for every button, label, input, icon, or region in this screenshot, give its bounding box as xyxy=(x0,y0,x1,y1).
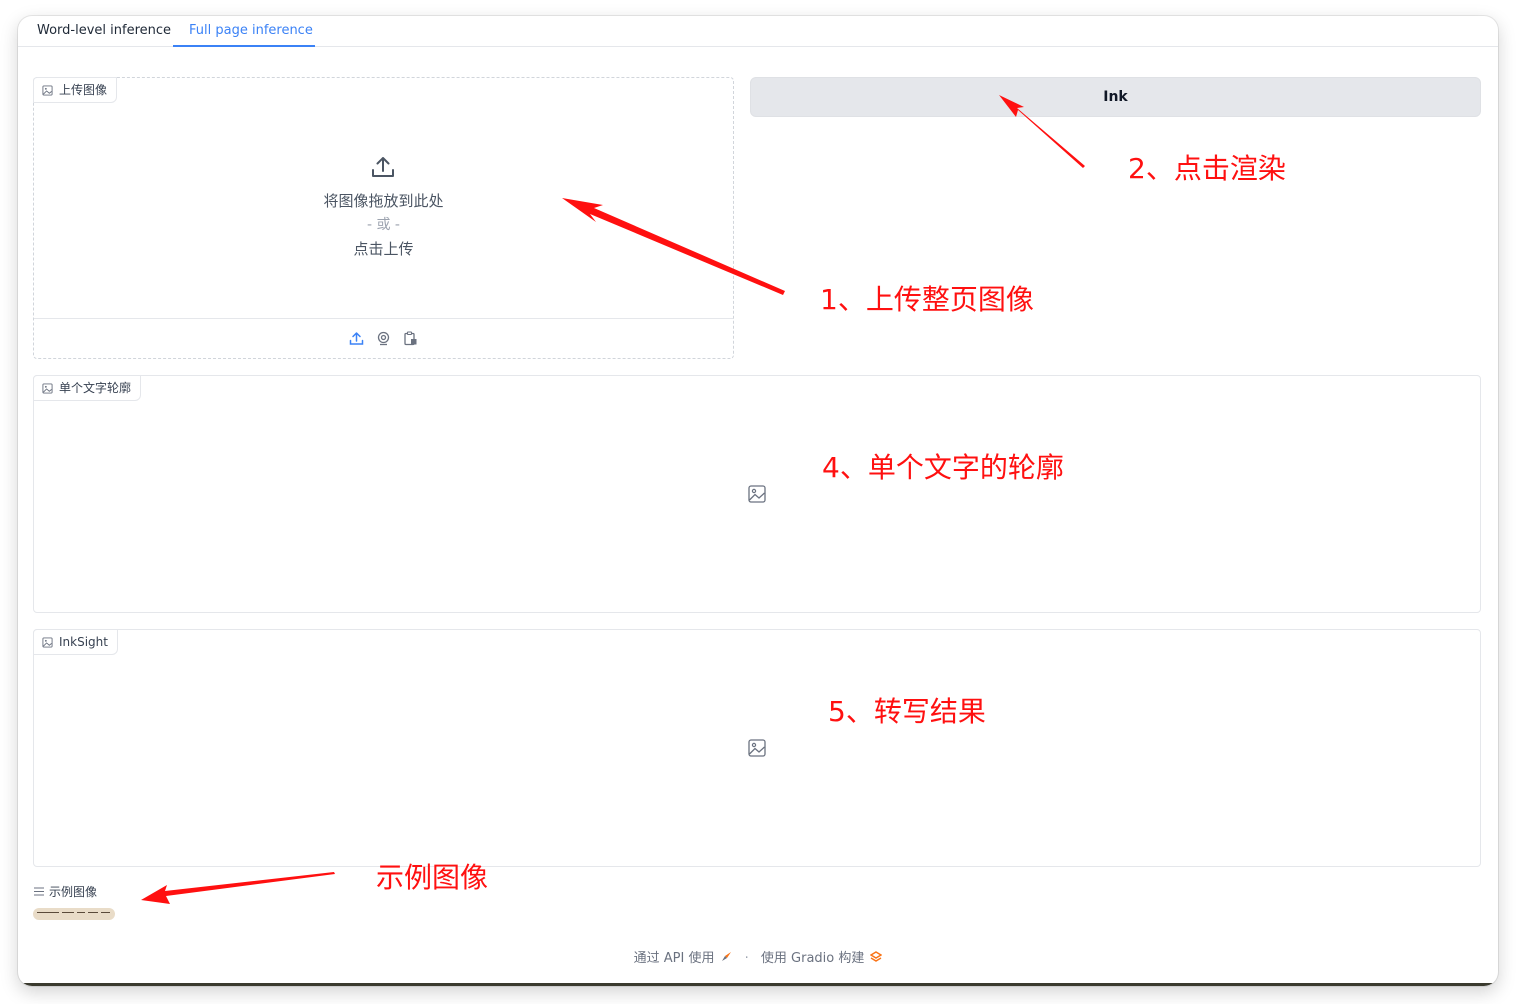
rocket-icon xyxy=(722,952,732,961)
upload-icon xyxy=(372,157,394,177)
footer: 通过 API 使用 · 使用 Gradio 构建 xyxy=(18,947,1498,966)
list-icon xyxy=(34,887,44,896)
built-with-gradio-link[interactable]: 使用 Gradio 构建 xyxy=(760,951,883,966)
inksight-result-output: InkSight xyxy=(33,629,1481,867)
tab-full-page-inference[interactable]: Full page inference xyxy=(173,16,315,47)
image-upload-block: 上传图像 将图像拖放到此处 - 或 - 点击上传 xyxy=(33,77,734,359)
built-with-gradio-text: 使用 Gradio 构建 xyxy=(760,951,865,966)
annotation-step4: 4、单个文字的轮廓 xyxy=(822,451,1064,484)
webcam-icon xyxy=(377,331,390,346)
annotation-examples: 示例图像 xyxy=(376,861,489,894)
footer-separator: · xyxy=(744,951,749,966)
tab-bar: Word-level inference Full page inference xyxy=(18,16,1498,47)
gradio-logo-icon xyxy=(870,951,883,962)
result-block-label: InkSight xyxy=(33,629,118,655)
image-icon xyxy=(42,382,53,394)
image-icon xyxy=(42,84,53,96)
use-via-api-link[interactable]: 通过 API 使用 xyxy=(634,951,733,966)
image-icon xyxy=(42,636,53,648)
drop-here-text: 将图像拖放到此处 xyxy=(323,192,444,210)
upload-label-text: 上传图像 xyxy=(59,83,108,97)
image-placeholder-icon xyxy=(748,485,766,503)
background-strip xyxy=(18,983,1498,986)
outline-block-label: 单个文字轮廓 xyxy=(33,375,142,401)
examples-label: 示例图像 xyxy=(34,883,97,900)
upload-block-label: 上传图像 xyxy=(33,77,118,103)
upload-source-toolbar xyxy=(34,318,733,358)
click-to-upload-text: 点击上传 xyxy=(353,240,414,258)
image-drop-zone[interactable]: 将图像拖放到此处 - 或 - 点击上传 xyxy=(34,102,733,319)
annotation-step1: 1、上传整页图像 xyxy=(820,283,1034,316)
annotation-step5: 5、转写结果 xyxy=(828,695,986,728)
examples-label-text: 示例图像 xyxy=(49,885,98,899)
tab-word-level-inference[interactable]: Word-level inference xyxy=(21,16,187,47)
word-outline-output: 单个文字轮廓 xyxy=(33,375,1481,613)
outline-label-text: 单个文字轮廓 xyxy=(59,381,132,395)
image-placeholder-icon xyxy=(748,739,766,757)
clipboard-icon xyxy=(404,331,417,346)
webcam-source-button[interactable] xyxy=(375,330,392,347)
ink-button[interactable]: Ink xyxy=(750,77,1481,117)
clipboard-source-button[interactable] xyxy=(402,330,419,347)
example-image-thumbnail[interactable] xyxy=(33,908,115,920)
or-text: - 或 - xyxy=(366,217,400,233)
annotation-step2: 2、点击渲染 xyxy=(1128,152,1286,185)
upload-source-button[interactable] xyxy=(348,330,365,347)
use-via-api-text: 通过 API 使用 xyxy=(633,951,715,966)
result-label-text: InkSight xyxy=(59,635,108,649)
upload-icon xyxy=(349,332,364,345)
